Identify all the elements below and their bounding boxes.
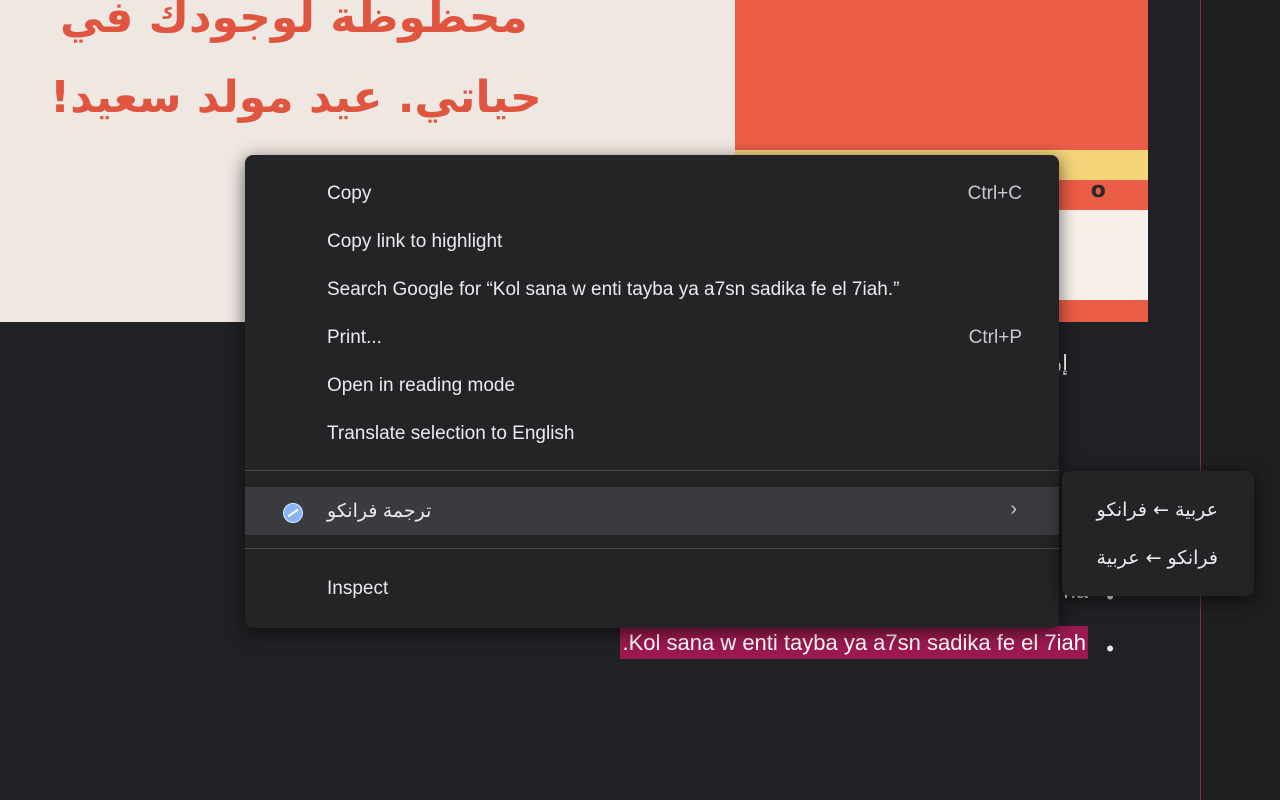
menu-item-label: Copy [327,183,372,204]
menu-item-label: Inspect [327,578,389,599]
menu-item-copy-link[interactable]: Copy link to highlight [245,218,1059,266]
menu-item-shortcut: Ctrl+P [968,327,1022,348]
menu-item-print[interactable]: Print... Ctrl+P [245,314,1059,362]
menu-separator [245,548,1059,549]
banner-text-line-1: محظوظة لوجودك في [60,0,528,43]
menu-item-label: Print... [327,327,382,348]
menu-item-search-google[interactable]: Search Google for “Kol sana w enti tayba… [245,266,1059,314]
franco-submenu: عربية ← فرانكو فرانكو ← عربية [1062,471,1254,596]
menu-item-label: Search Google for “Kol sana w enti tayba… [327,279,900,300]
menu-item-reading-mode[interactable]: Open in reading mode [245,362,1059,410]
chevron-right-icon: › [1010,498,1017,520]
menu-item-label: Translate selection to English [327,423,575,444]
menu-item-label: Copy link to highlight [327,231,503,252]
menu-item-label: Open in reading mode [327,375,516,396]
menu-item-copy[interactable]: Copy Ctrl+C [245,170,1059,218]
menu-separator [245,470,1059,471]
menu-item-shortcut: Ctrl+C [967,183,1022,204]
menu-item-label: ترجمة فرانكو [327,501,432,522]
franco-translate-extension-icon [283,503,303,523]
right-gutter [1200,0,1280,800]
submenu-item-arabic-to-franco[interactable]: عربية ← فرانكو [1097,499,1218,521]
menu-item-translate[interactable]: Translate selection to English [245,410,1059,458]
context-menu: Copy Ctrl+C Copy link to highlight Searc… [245,155,1059,628]
menu-item-inspect[interactable]: Inspect [245,565,1059,613]
menu-item-franco-translate[interactable]: ترجمة فرانكو › [245,487,1059,535]
gutter-divider [1200,0,1201,800]
bullet-icon: • [1106,636,1114,661]
banner-text-line-2: حياتي. عيد مولد سعيد! [50,72,542,123]
selected-text[interactable]: Kol sana w enti tayba ya a7sn sadika fe … [620,626,1088,659]
list-item: • Kol sana w enti tayba ya a7sn sadika f… [620,626,1114,682]
submenu-item-franco-to-arabic[interactable]: فرانكو ← عربية [1097,547,1218,569]
